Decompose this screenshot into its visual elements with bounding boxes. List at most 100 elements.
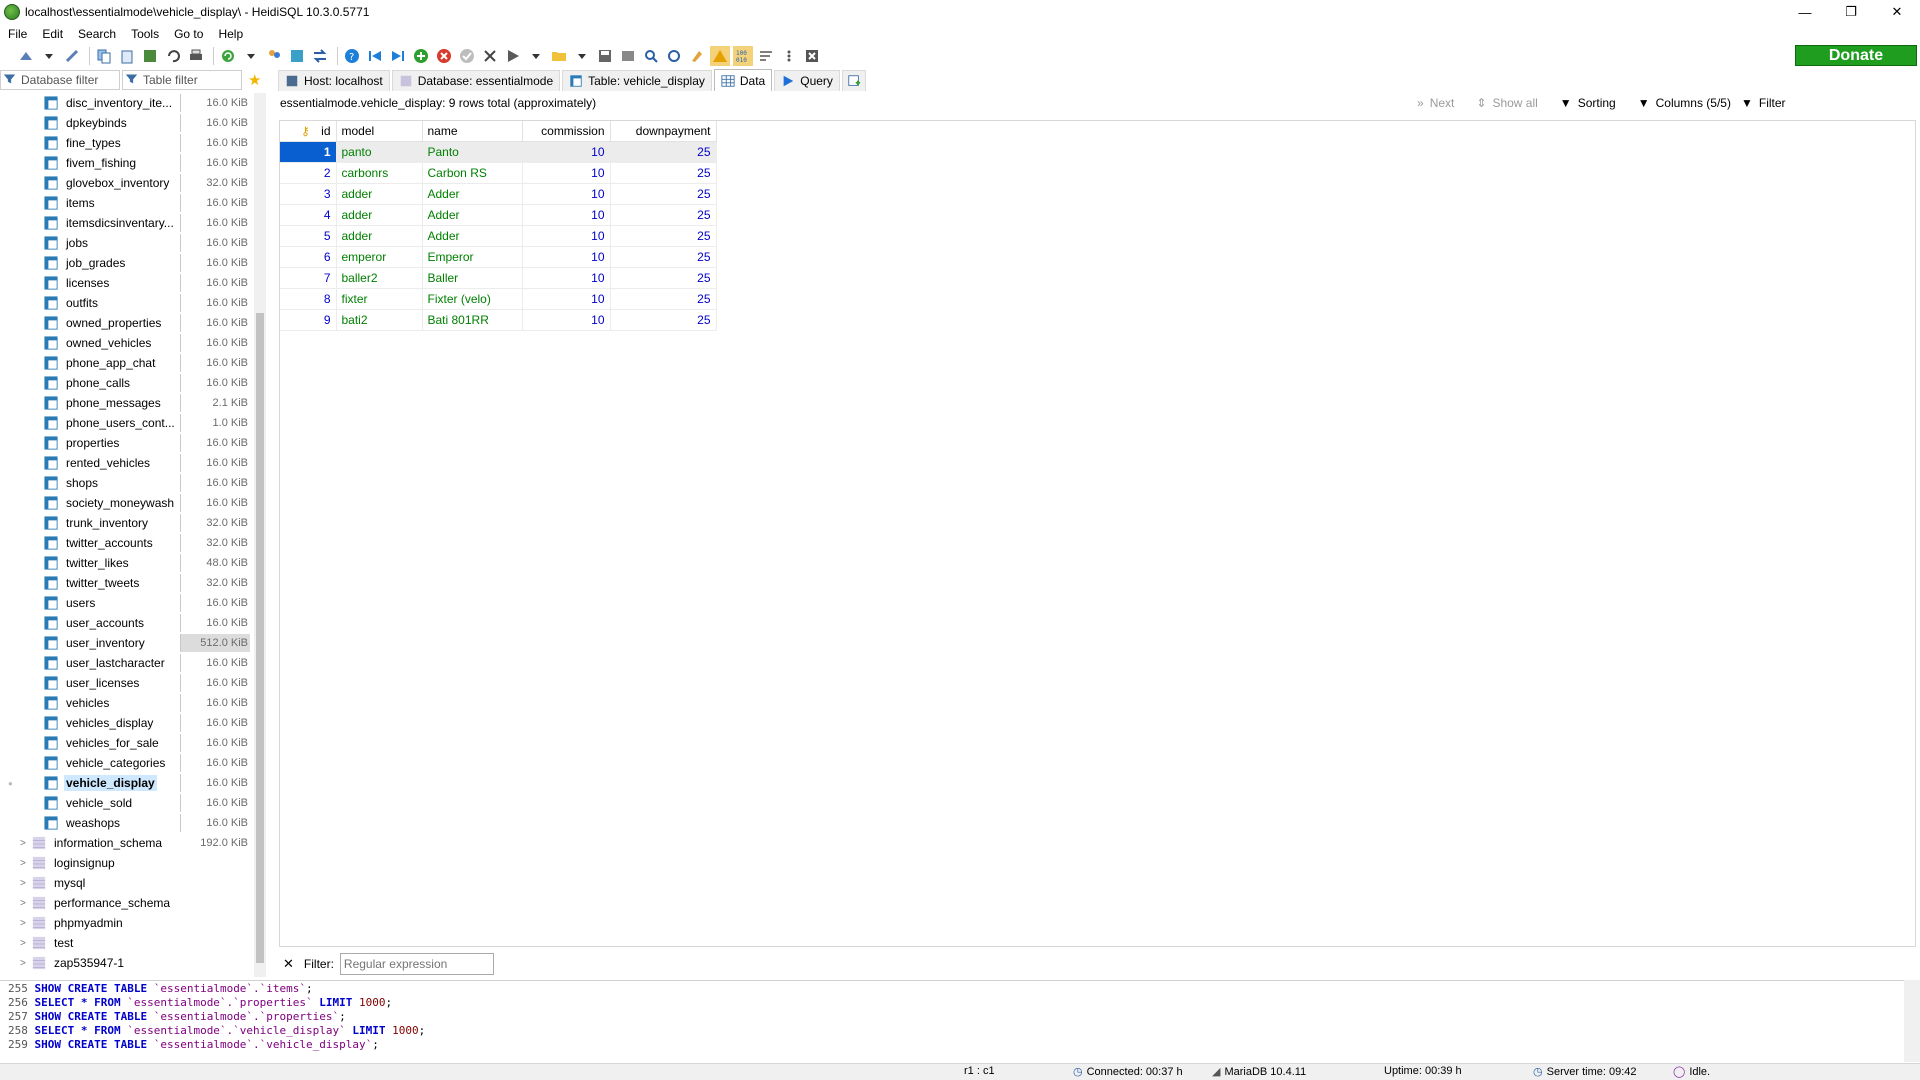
print-icon[interactable] (186, 46, 206, 66)
cell-commission[interactable]: 10 (522, 267, 611, 289)
tree-item-outfits[interactable]: outfits 16.0 KiB (0, 293, 254, 313)
insert-row-icon[interactable] (411, 46, 431, 66)
disconnect-icon[interactable] (62, 46, 82, 66)
menu-help[interactable]: Help (210, 27, 250, 41)
last-record-icon[interactable] (388, 46, 408, 66)
save-sql-icon[interactable] (595, 46, 615, 66)
cell-model[interactable]: bati2 (336, 309, 423, 331)
database-filter-field[interactable]: Database filter (0, 70, 120, 90)
expand-chevron-icon[interactable]: > (20, 878, 32, 889)
tree-scrollbar-thumb[interactable] (256, 313, 264, 963)
tree-item-society-moneywash[interactable]: society_moneywash 16.0 KiB (0, 493, 254, 513)
tree-item-properties[interactable]: properties 16.0 KiB (0, 433, 254, 453)
cell-name[interactable]: Adder (422, 183, 523, 205)
tab-database[interactable]: Database: essentialmode (391, 70, 561, 91)
cell-commission[interactable]: 10 (522, 183, 611, 205)
cell-name[interactable]: Panto (422, 141, 523, 163)
table-row[interactable]: 2 carbonrs Carbon RS 10 25 (280, 162, 717, 184)
cell-downpayment[interactable]: 25 (610, 225, 717, 247)
cell-model[interactable]: adder (336, 183, 423, 205)
sync-icon[interactable] (310, 46, 330, 66)
tree-item-users[interactable]: users 16.0 KiB (0, 593, 254, 613)
cell-model[interactable]: panto (336, 141, 423, 163)
column-header-model[interactable]: model (336, 121, 423, 142)
dropdown-arrow-icon[interactable] (241, 46, 261, 66)
post-changes-icon[interactable] (457, 46, 477, 66)
tree-item-twitter-tweets[interactable]: twitter_tweets 32.0 KiB (0, 573, 254, 593)
cell-name[interactable]: Carbon RS (422, 162, 523, 184)
tree-item-shops[interactable]: shops 16.0 KiB (0, 473, 254, 493)
dropdown-arrow-icon[interactable] (39, 46, 59, 66)
favorites-star-icon[interactable]: ★ (248, 71, 261, 89)
tree-item-vehicle-sold[interactable]: vehicle_sold 16.0 KiB (0, 793, 254, 813)
cell-commission[interactable]: 10 (522, 162, 611, 184)
sql-log[interactable]: 255 SHOW CREATE TABLE `essentialmode`.`i… (0, 980, 1920, 1062)
cell-downpayment[interactable]: 25 (610, 309, 717, 331)
cell-downpayment[interactable]: 25 (610, 204, 717, 226)
cell-id[interactable]: 6 (280, 246, 337, 268)
cancel-changes-icon[interactable] (480, 46, 500, 66)
cell-commission[interactable]: 10 (522, 204, 611, 226)
find-icon[interactable] (641, 46, 661, 66)
show-all-button[interactable]: ⇕ Show all (1476, 96, 1537, 110)
columns-button[interactable]: ▼ Columns (5/5) (1638, 96, 1731, 110)
cell-commission[interactable]: 10 (522, 288, 611, 310)
exit-icon[interactable] (802, 46, 822, 66)
cell-name[interactable]: Adder (422, 204, 523, 226)
tree-item-user-accounts[interactable]: user_accounts 16.0 KiB (0, 613, 254, 633)
menu-tools[interactable]: Tools (123, 27, 166, 41)
cell-id[interactable]: 8 (280, 288, 337, 310)
cell-downpayment[interactable]: 25 (610, 162, 717, 184)
cell-name[interactable]: Fixter (velo) (422, 288, 523, 310)
tree-item-disc-inventory-ite[interactable]: disc_inventory_ite... 16.0 KiB (0, 93, 254, 113)
refresh-icon[interactable] (218, 46, 238, 66)
cell-downpayment[interactable]: 25 (610, 267, 717, 289)
tree-item-rented-vehicles[interactable]: rented_vehicles 16.0 KiB (0, 453, 254, 473)
table-row[interactable]: 3 adder Adder 10 25 (280, 183, 717, 205)
tree-item-vehicle-display[interactable]: ● vehicle_display 16.0 KiB (0, 773, 254, 793)
sql-log-scrollbar[interactable] (1904, 980, 1920, 1062)
expand-chevron-icon[interactable]: > (20, 958, 32, 969)
menu-search[interactable]: Search (70, 27, 123, 41)
tree-item-twitter-accounts[interactable]: twitter_accounts 32.0 KiB (0, 533, 254, 553)
cell-id[interactable]: 7 (280, 267, 337, 289)
expand-chevron-icon[interactable]: > (20, 898, 32, 909)
tree-item-user-lastcharacter[interactable]: user_lastcharacter 16.0 KiB (0, 653, 254, 673)
restore-button[interactable]: ❐ (1828, 0, 1874, 24)
tree-item-owned-vehicles[interactable]: owned_vehicles 16.0 KiB (0, 333, 254, 353)
tree-item-job-grades[interactable]: job_grades 16.0 KiB (0, 253, 254, 273)
minimize-button[interactable]: — (1782, 0, 1828, 24)
undo-icon[interactable] (163, 46, 183, 66)
tree-database-performance-schema[interactable]: > performance_schema (0, 893, 254, 913)
tree-item-fine-types[interactable]: fine_types 16.0 KiB (0, 133, 254, 153)
tree-item-vehicle-categories[interactable]: vehicle_categories 16.0 KiB (0, 753, 254, 773)
user-manager-icon[interactable] (264, 46, 284, 66)
cell-name[interactable]: Baller (422, 267, 523, 289)
cell-downpayment[interactable]: 25 (610, 141, 717, 163)
tree-item-glovebox-inventory[interactable]: glovebox_inventory 32.0 KiB (0, 173, 254, 193)
menu-file[interactable]: File (0, 27, 34, 41)
column-header-commission[interactable]: commission (522, 121, 611, 142)
cell-id[interactable]: 9 (280, 309, 337, 331)
table-row[interactable]: 4 adder Adder 10 25 (280, 204, 717, 226)
dropdown-arrow-icon[interactable] (526, 46, 546, 66)
cell-name[interactable]: Emperor (422, 246, 523, 268)
table-row[interactable]: 6 emperor Emperor 10 25 (280, 246, 717, 268)
help-icon[interactable]: ? (342, 46, 362, 66)
save-snippet-icon[interactable] (618, 46, 638, 66)
tree-item-items[interactable]: items 16.0 KiB (0, 193, 254, 213)
paste-icon[interactable] (117, 46, 137, 66)
table-row[interactable]: 8 fixter Fixter (velo) 10 25 (280, 288, 717, 310)
first-record-icon[interactable] (365, 46, 385, 66)
wrap-lines-icon[interactable] (756, 46, 776, 66)
cell-id[interactable]: 1 (280, 141, 337, 163)
cell-id[interactable]: 4 (280, 204, 337, 226)
data-grid-area[interactable]: ⚷ id model name commission downpayment 1… (279, 120, 1916, 947)
tree-item-vehicles-display[interactable]: vehicles_display 16.0 KiB (0, 713, 254, 733)
donate-button[interactable]: Donate (1795, 45, 1917, 66)
table-row[interactable]: 9 bati2 Bati 801RR 10 25 (280, 309, 717, 331)
cell-model[interactable]: emperor (336, 246, 423, 268)
tree-item-owned-properties[interactable]: owned_properties 16.0 KiB (0, 313, 254, 333)
table-row[interactable]: 1 panto Panto 10 25 (280, 141, 717, 163)
cell-commission[interactable]: 10 (522, 246, 611, 268)
